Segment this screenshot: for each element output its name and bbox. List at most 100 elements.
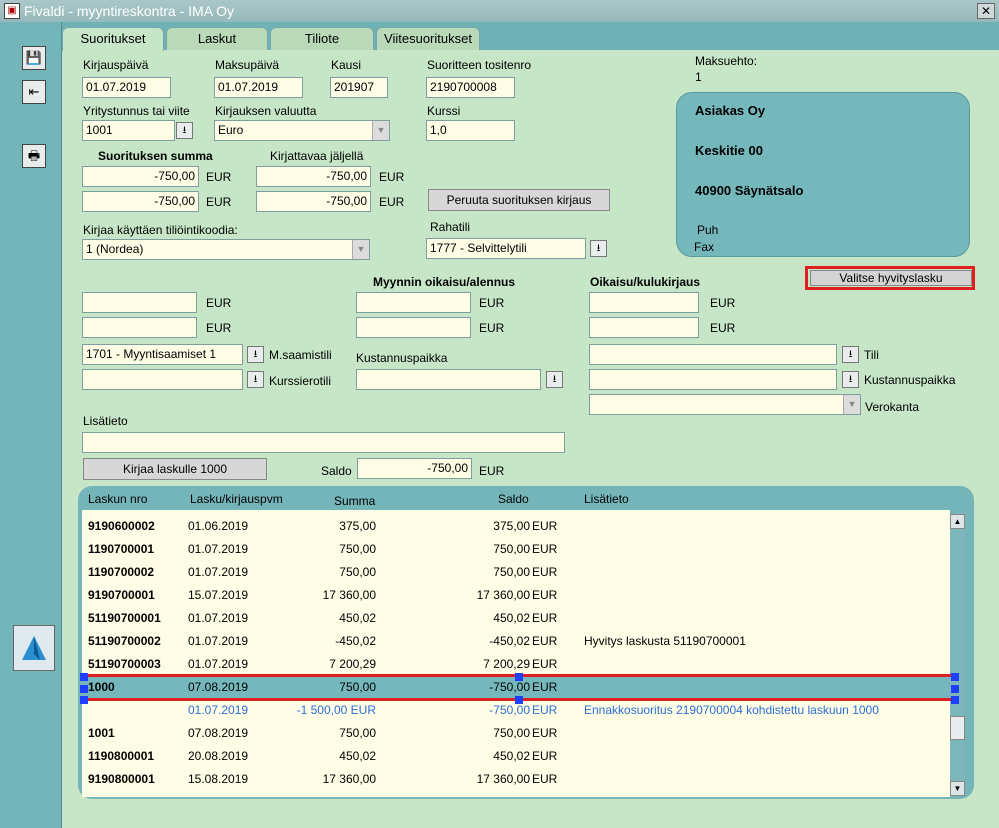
selection-handle[interactable] bbox=[951, 696, 959, 704]
table-row[interactable]: 9190800001 15.08.2019 17 360,00 17 360,00 EU… bbox=[82, 768, 950, 791]
alennus-amount-1[interactable] bbox=[356, 292, 471, 313]
kausi-input[interactable]: 201907 bbox=[330, 77, 388, 98]
tab-viitesuoritukset[interactable]: Viitesuoritukset bbox=[376, 27, 480, 50]
kustannuspaikka2-input[interactable] bbox=[589, 369, 837, 390]
tili-input[interactable] bbox=[589, 344, 837, 365]
table-row[interactable]: 51190700002 01.07.2019 -450,02 -450,02 EUR Hy… bbox=[82, 630, 950, 653]
cell-saldo: 750,00 bbox=[493, 565, 530, 579]
summa-input-2[interactable]: -750,00 bbox=[82, 191, 199, 212]
table-row[interactable]: 1190700002 01.07.2019 750,00 750,00 EUR bbox=[82, 561, 950, 584]
col-pvm[interactable]: Lasku/kirjauspvm bbox=[190, 492, 283, 506]
tili-label: Tili bbox=[864, 348, 879, 362]
print-icon[interactable]: 🖶 bbox=[22, 144, 46, 168]
rahatili-input[interactable]: 1777 - Selvittelytili bbox=[426, 238, 586, 259]
scroll-up-icon[interactable]: ▲ bbox=[950, 514, 965, 529]
cell-cur: EUR bbox=[532, 657, 558, 671]
selection-handle[interactable] bbox=[80, 696, 88, 704]
kustannuspaikka-lookup-icon[interactable]: ⭳ bbox=[546, 371, 563, 388]
selection-handle[interactable] bbox=[951, 673, 959, 681]
kulukirjaus-amount-2[interactable] bbox=[589, 317, 699, 338]
valuutta-select[interactable]: Euro bbox=[214, 120, 390, 141]
oikaisu-amount-2[interactable] bbox=[82, 317, 197, 338]
summa-input-1[interactable]: -750,00 bbox=[82, 166, 199, 187]
kirjaa-laskulle-button[interactable]: Kirjaa laskulle 1000 bbox=[83, 458, 267, 480]
col-saldo[interactable]: Saldo bbox=[498, 492, 529, 506]
cell-cur: EUR bbox=[532, 519, 558, 533]
kurssi-label: Kurssi bbox=[427, 104, 461, 118]
alennus-amount-2[interactable] bbox=[356, 317, 471, 338]
selection-handle[interactable] bbox=[80, 685, 88, 693]
customer-fax-label: Fax bbox=[694, 240, 715, 254]
col-summa[interactable]: Summa bbox=[334, 494, 375, 508]
tab-suoritukset[interactable]: Suoritukset bbox=[62, 27, 164, 51]
chevron-down-icon[interactable]: ▼ bbox=[843, 395, 860, 414]
cell-nro: 1190700002 bbox=[88, 565, 155, 579]
selection-handle[interactable] bbox=[951, 685, 959, 693]
kirjauspaiva-input[interactable]: 01.07.2019 bbox=[82, 77, 171, 98]
tiliointikoodi-label: Kirjaa käyttäen tiliöintikoodia: bbox=[83, 223, 238, 237]
table-row[interactable]: 1001 07.08.2019 750,00 750,00 EUR bbox=[82, 722, 950, 745]
table-row[interactable]: 1190800001 20.08.2019 450,02 450,02 EUR bbox=[82, 745, 950, 768]
cell-summa: -450,02 bbox=[335, 634, 376, 648]
scroll-thumb[interactable] bbox=[950, 716, 965, 740]
save-icon[interactable]: 💾 bbox=[22, 46, 46, 70]
kustannuspaikka-label: Kustannuspaikka bbox=[356, 351, 448, 365]
saamistili-lookup-icon[interactable]: ⭳ bbox=[247, 346, 264, 363]
cell-saldo: -450,02 bbox=[489, 634, 530, 648]
yritystunnus-lookup-icon[interactable]: ⭳ bbox=[176, 122, 193, 139]
tab-laskut[interactable]: Laskut bbox=[166, 27, 268, 50]
kustannuspaikka2-lookup-icon[interactable]: ⭳ bbox=[842, 371, 859, 388]
table-row[interactable]: 9190700001 15.07.2019 17 360,00 17 360,00 EU… bbox=[82, 584, 950, 607]
col-lisatieto[interactable]: Lisätieto bbox=[584, 492, 629, 506]
selection-handle[interactable] bbox=[515, 696, 523, 704]
kurssierotili-input[interactable] bbox=[82, 369, 243, 390]
cell-cur: EUR bbox=[532, 772, 558, 786]
tiliointikoodi-select[interactable]: 1 (Nordea) bbox=[82, 239, 370, 260]
cell-saldo: 750,00 bbox=[493, 542, 530, 556]
scroll-down-icon[interactable]: ▼ bbox=[950, 781, 965, 796]
selection-handle[interactable] bbox=[515, 673, 523, 681]
kulukirjaus-amount-1[interactable] bbox=[589, 292, 699, 313]
customer-city: 40900 Säynätsalo bbox=[695, 183, 804, 198]
oikaisu-amount-1[interactable] bbox=[82, 292, 197, 313]
cell-info: Hyvitys laskusta 51190700001 bbox=[584, 634, 746, 648]
table-row[interactable]: 51190700001 01.07.2019 450,02 450,02 EUR bbox=[82, 607, 950, 630]
cell-saldo: 17 360,00 bbox=[476, 772, 530, 786]
table-row[interactable]: 1190700001 01.07.2019 750,00 750,00 EUR bbox=[82, 538, 950, 561]
cell-saldo: 7 200,29 bbox=[483, 657, 530, 671]
selection-handle[interactable] bbox=[80, 673, 88, 681]
tab-tiliote[interactable]: Tiliote bbox=[270, 27, 374, 50]
lisatieto-input[interactable] bbox=[82, 432, 565, 453]
jaljella-label: Kirjattavaa jäljellä bbox=[270, 149, 364, 163]
window-title: Fivaldi - myyntireskontra - IMA Oy bbox=[24, 3, 235, 19]
maksuehto-value: 1 bbox=[695, 70, 702, 84]
kurssi-input[interactable]: 1,0 bbox=[426, 120, 515, 141]
currency-label: EUR bbox=[710, 296, 736, 310]
kustannuspaikka-input[interactable] bbox=[356, 369, 541, 390]
verokanta-select[interactable] bbox=[589, 394, 861, 415]
cell-saldo: 17 360,00 bbox=[476, 588, 530, 602]
cell-nro: 9190700001 bbox=[88, 588, 155, 602]
customer-street: Keskitie 00 bbox=[695, 143, 763, 158]
exit-icon[interactable]: ⇤ bbox=[22, 80, 46, 104]
chevron-down-icon[interactable]: ▼ bbox=[352, 240, 369, 259]
table-row[interactable]: 9190600002 01.06.2019 375,00 375,00 EUR bbox=[82, 515, 950, 538]
chevron-down-icon[interactable]: ▼ bbox=[372, 121, 389, 140]
peruuta-button[interactable]: Peruuta suorituksen kirjaus bbox=[428, 189, 610, 211]
tili-lookup-icon[interactable]: ⭳ bbox=[842, 346, 859, 363]
tositenro-input[interactable]: 2190700008 bbox=[426, 77, 515, 98]
saamistili-input[interactable]: 1701 - Myyntisaamiset 1 bbox=[82, 344, 243, 365]
currency-label: EUR bbox=[206, 321, 232, 335]
yritystunnus-input[interactable]: 1001 bbox=[82, 120, 175, 141]
maksuehto-label: Maksuehto: bbox=[695, 54, 758, 68]
close-button[interactable]: ✕ bbox=[977, 3, 995, 19]
scrollbar[interactable] bbox=[950, 513, 965, 797]
summa-currency-1: EUR bbox=[206, 170, 232, 184]
kurssierotili-lookup-icon[interactable]: ⭳ bbox=[247, 371, 264, 388]
col-laskun-nro[interactable]: Laskun nro bbox=[88, 492, 147, 506]
rahatili-lookup-icon[interactable]: ⭳ bbox=[590, 240, 607, 257]
yritystunnus-label: Yritystunnus tai viite bbox=[83, 104, 190, 118]
kirjauspaiva-label: Kirjauspäivä bbox=[83, 58, 149, 72]
maksupaiva-label: Maksupäivä bbox=[215, 58, 280, 72]
maksupaiva-input[interactable]: 01.07.2019 bbox=[214, 77, 303, 98]
